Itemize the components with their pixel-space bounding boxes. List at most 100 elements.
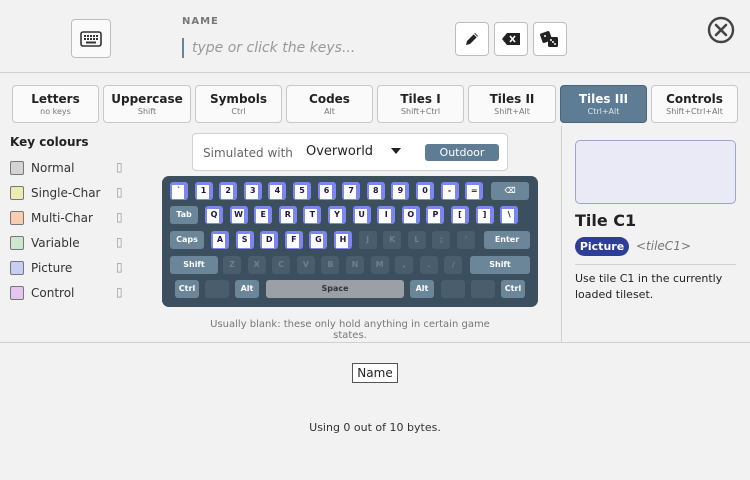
legend-swatch: [10, 161, 24, 175]
key-r3-5[interactable]: H: [334, 231, 352, 249]
key-label: X: [253, 260, 260, 269]
caps-key[interactable]: Caps: [170, 231, 204, 249]
blank-key[interactable]: [441, 280, 465, 298]
key-r1-12[interactable]: =: [465, 182, 484, 200]
legend-swatch: [10, 286, 24, 300]
key-r3b-4[interactable]: ': [457, 231, 475, 249]
key-r2-7[interactable]: I: [377, 206, 396, 224]
key-r2-6[interactable]: U: [352, 206, 371, 224]
blank-key[interactable]: [205, 280, 229, 298]
key-r2-8[interactable]: O: [401, 206, 420, 224]
close-button[interactable]: [706, 15, 736, 45]
key-r4-2[interactable]: C: [272, 256, 291, 274]
space-key[interactable]: Space: [266, 280, 404, 298]
key-r4-5[interactable]: N: [346, 256, 364, 274]
key-r4-3[interactable]: V: [296, 256, 315, 274]
tab-controls[interactable]: Controls Shift+Ctrl+Alt: [651, 85, 738, 123]
key-r2-10[interactable]: [: [451, 206, 469, 224]
key-r4-1[interactable]: X: [247, 256, 266, 274]
key-r2-5[interactable]: Y: [328, 206, 346, 224]
key-r4-8[interactable]: .: [419, 256, 438, 274]
key-r4-9[interactable]: /: [444, 256, 463, 274]
random-button[interactable]: [533, 22, 567, 56]
name-input[interactable]: [182, 38, 442, 58]
key-r2-1[interactable]: W: [229, 206, 248, 224]
key-r2-3[interactable]: R: [278, 206, 297, 224]
key-r2-11[interactable]: ]: [475, 206, 494, 224]
key-r1-1[interactable]: 1: [194, 182, 213, 200]
keyboard-button[interactable]: [71, 19, 111, 58]
key-r3b-1[interactable]: K: [383, 231, 402, 249]
key-label: 4: [274, 186, 281, 195]
chevron-down-icon[interactable]: [391, 148, 401, 154]
legend-item-picture: Picture ▯: [10, 259, 130, 284]
shift-left-key[interactable]: Shift: [170, 256, 218, 274]
enter-key[interactable]: Enter: [484, 231, 530, 249]
backspace-button[interactable]: [494, 22, 528, 56]
tab-letters[interactable]: Letters no keys: [12, 85, 99, 123]
key-r3-2[interactable]: D: [260, 231, 279, 249]
key-r1-3[interactable]: 3: [243, 182, 262, 200]
key-label: 2: [225, 186, 231, 195]
key-r3b-0[interactable]: J: [358, 231, 377, 249]
tile-title: Tile C1: [575, 211, 637, 230]
key-label: \: [507, 210, 511, 219]
key-r2-0[interactable]: Q: [205, 206, 223, 224]
legend-item-normal: Normal ▯: [10, 159, 130, 184]
key-r2-9[interactable]: P: [426, 206, 445, 224]
key-label: .: [427, 260, 431, 269]
key-r4-0[interactable]: Z: [223, 256, 241, 274]
key-r1-10[interactable]: 0: [416, 182, 434, 200]
tab-codes[interactable]: Codes Alt: [286, 85, 373, 123]
key-r4-7[interactable]: ,: [395, 256, 414, 274]
key-r2-12[interactable]: \: [500, 206, 519, 224]
backspace-key[interactable]: ⌫: [491, 182, 529, 200]
key-r3-0[interactable]: A: [211, 231, 229, 249]
key-r2-2[interactable]: E: [254, 206, 273, 224]
key-label: E: [260, 210, 266, 219]
key-r1-11[interactable]: -: [440, 182, 459, 200]
simulation-select[interactable]: Overworld: [306, 144, 373, 159]
alt-left-key[interactable]: Alt: [235, 280, 259, 298]
tab-tiles-1[interactable]: Tiles I Shift+Ctrl: [377, 85, 464, 123]
ctrl-left-key[interactable]: Ctrl: [175, 280, 199, 298]
tab-tiles-2[interactable]: Tiles II Shift+Alt: [468, 85, 556, 123]
key-label: ]: [482, 210, 487, 219]
key-r1-4[interactable]: 4: [268, 182, 287, 200]
key-r4-4[interactable]: B: [321, 256, 340, 274]
alt-right-key[interactable]: Alt: [410, 280, 434, 298]
key-r1-5[interactable]: 5: [293, 182, 311, 200]
edit-button[interactable]: [455, 22, 489, 56]
environment-badge: Outdoor: [425, 144, 499, 161]
key-r3-4[interactable]: G: [309, 231, 328, 249]
ctrl-right-key[interactable]: Ctrl: [501, 280, 525, 298]
key-r3b-2[interactable]: L: [407, 231, 426, 249]
key-r1-6[interactable]: 6: [317, 182, 336, 200]
key-r3-3[interactable]: F: [284, 231, 303, 249]
key-r1-9[interactable]: 9: [391, 182, 410, 200]
tab-tiles-3[interactable]: Tiles III Ctrl+Alt: [560, 85, 647, 123]
legend-swatch: [10, 236, 24, 250]
key-label: /: [451, 260, 455, 269]
keyboard-icon: [80, 30, 102, 47]
blank-key[interactable]: [471, 280, 495, 298]
key-r2-4[interactable]: T: [303, 206, 322, 224]
tab-uppercase[interactable]: Uppercase Shift: [103, 85, 191, 123]
tab-hint: Shift+Ctrl+Alt: [666, 107, 723, 116]
tab-key[interactable]: Tab: [170, 206, 198, 224]
tab-symbols[interactable]: Symbols Ctrl: [195, 85, 282, 123]
legend-glyph: ▯: [116, 260, 123, 274]
key-r4-6[interactable]: M: [370, 256, 389, 274]
tab-hint: Shift+Alt: [494, 107, 530, 116]
key-r1-7[interactable]: 7: [342, 182, 361, 200]
legend-item-control: Control ▯: [10, 284, 130, 309]
key-label: Q: [210, 210, 218, 219]
key-r3-1[interactable]: S: [235, 231, 254, 249]
key-r1-0[interactable]: `: [170, 182, 188, 200]
key-r1-8[interactable]: 8: [366, 182, 385, 200]
key-r3b-3[interactable]: ;: [432, 231, 451, 249]
key-label: 3: [250, 186, 256, 195]
shift-right-key[interactable]: Shift: [470, 256, 530, 274]
key-r1-2[interactable]: 2: [219, 182, 238, 200]
legend-label: Single-Char: [31, 186, 101, 200]
